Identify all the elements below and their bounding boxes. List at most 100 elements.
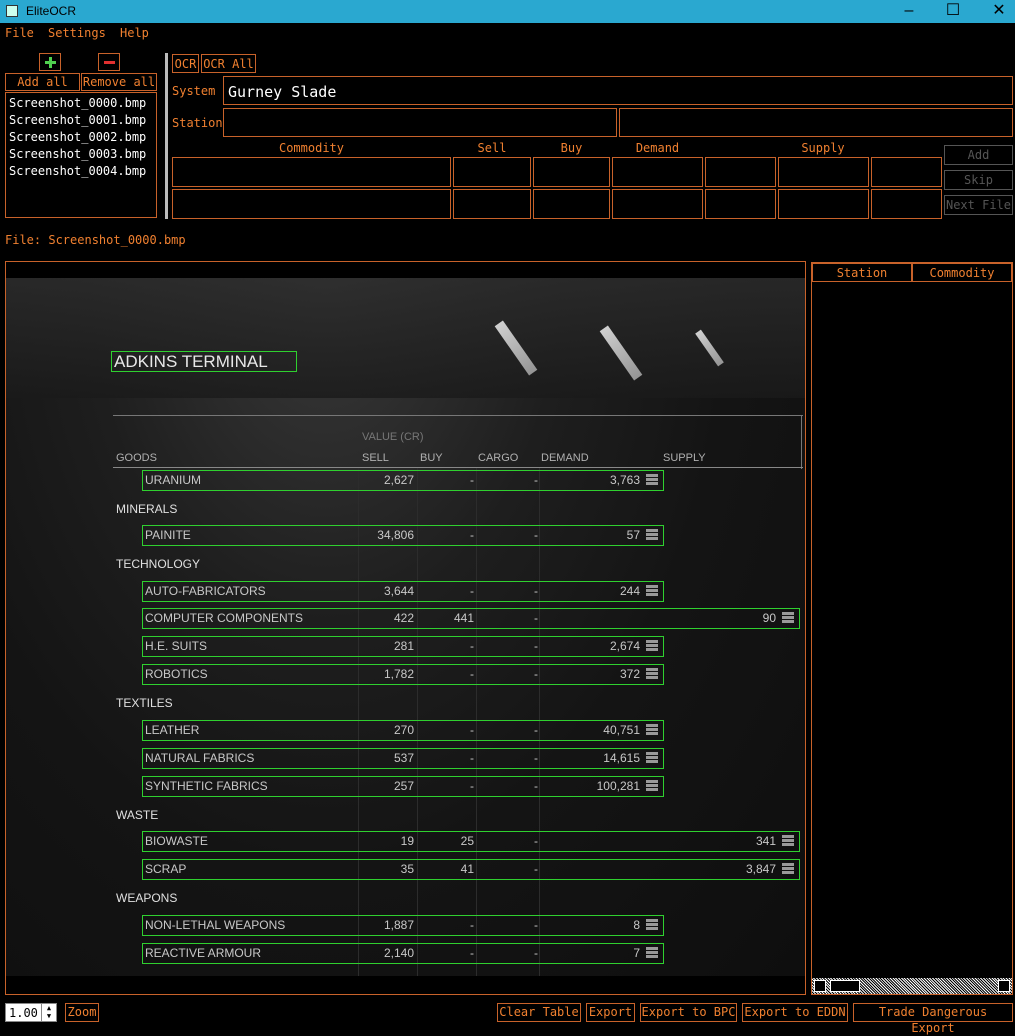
commodity-name: REACTIVE ARMOUR [145, 946, 262, 960]
scroll-right-arrow[interactable] [998, 980, 1010, 992]
skip-button[interactable]: Skip [944, 170, 1013, 190]
export-button[interactable]: Export [586, 1003, 635, 1022]
maximize-button[interactable]: ☐ [930, 0, 976, 23]
add-file-icon-button[interactable] [39, 53, 61, 71]
level-bars-icon [646, 529, 658, 541]
system-label: System [172, 84, 216, 98]
file-list[interactable]: Screenshot_0000.bmp Screenshot_0001.bmp … [5, 92, 157, 218]
file-list-item[interactable]: Screenshot_0003.bmp [6, 146, 156, 163]
demand-preview [612, 189, 703, 219]
remove-all-button[interactable]: Remove all [81, 73, 157, 91]
buy-value: - [470, 639, 474, 653]
sell-value: 257 [393, 779, 414, 793]
station-input[interactable] [223, 108, 617, 137]
station-column-header[interactable]: Station [812, 263, 912, 282]
demand-value: 40,751 [603, 723, 640, 737]
export-bpc-button[interactable]: Export to BPC [640, 1003, 737, 1022]
horizontal-scrollbar[interactable] [812, 978, 1012, 994]
cargo-value: - [534, 667, 538, 681]
ocr-all-button[interactable]: OCR All [201, 54, 256, 73]
sell-column-header: SELL [362, 452, 389, 464]
commodity-name: BIOWASTE [145, 834, 208, 848]
current-file-label: File: Screenshot_0000.bmp [5, 233, 186, 247]
sell-value: 422 [393, 611, 414, 625]
demand-value: 57 [626, 528, 640, 542]
remove-file-icon-button[interactable] [98, 53, 120, 71]
cargo-value: - [534, 946, 538, 960]
cargo-value: - [534, 779, 538, 793]
sell-value: 2,627 [383, 473, 414, 487]
close-button[interactable]: ✕ [976, 0, 1015, 23]
system-input[interactable]: Gurney Slade [223, 76, 1013, 105]
sell-value: 3,644 [383, 584, 414, 598]
demand-value: 7 [633, 946, 640, 960]
demand-column-header: DEMAND [541, 452, 589, 464]
sell-input[interactable] [453, 157, 531, 187]
demand-input[interactable] [612, 157, 703, 187]
sell-value: 2,140 [383, 946, 414, 960]
panel-splitter[interactable] [165, 53, 168, 219]
commodity-input[interactable] [172, 157, 451, 187]
sell-value: 537 [393, 751, 414, 765]
app-icon [6, 5, 18, 17]
window-title: EliteOCR [26, 4, 77, 18]
file-list-item[interactable]: Screenshot_0004.bmp [6, 163, 156, 180]
supply-value: 90 [762, 611, 776, 625]
zoom-spinbox[interactable]: 1.00 ▲ ▼ [5, 1003, 57, 1022]
cargo-value: - [534, 528, 538, 542]
clear-table-button[interactable]: Clear Table [497, 1003, 581, 1022]
supply-input[interactable] [778, 157, 869, 187]
station-secondary-field[interactable] [619, 108, 1013, 137]
cargo-value: - [534, 639, 538, 653]
sell-value: 281 [393, 639, 414, 653]
commodity-preview [172, 189, 451, 219]
trade-dangerous-export-button[interactable]: Trade Dangerous Export [853, 1003, 1013, 1035]
level-bars-icon [782, 612, 794, 624]
value-label: VALUE (CR) [362, 431, 424, 443]
category-label: TECHNOLOGY [116, 557, 201, 571]
buy-value: 441 [453, 611, 474, 625]
demand-value: 244 [619, 584, 640, 598]
scroll-left-arrow[interactable] [814, 980, 826, 992]
file-list-item[interactable]: Screenshot_0002.bmp [6, 129, 156, 146]
commodity-name: H.E. SUITS [145, 639, 208, 653]
file-list-item[interactable]: Screenshot_0000.bmp [6, 95, 156, 112]
buy-value: - [470, 723, 474, 737]
ocr-button[interactable]: OCR [172, 54, 199, 73]
commodity-name: URANIUM [145, 473, 201, 487]
buy-input[interactable] [533, 157, 610, 187]
supply-level-input[interactable] [871, 157, 942, 187]
level-bars-icon [646, 752, 658, 764]
cargo-value: - [534, 584, 538, 598]
results-table[interactable] [811, 262, 1013, 995]
supply-column-header: SUPPLY [663, 452, 706, 464]
buy-preview [533, 189, 610, 219]
file-list-item[interactable]: Screenshot_0001.bmp [6, 112, 156, 129]
zoom-button[interactable]: Zoom [65, 1003, 99, 1022]
add-button[interactable]: Add [944, 145, 1013, 165]
sell-value: 35 [400, 862, 414, 876]
menu-help[interactable]: Help [120, 26, 149, 40]
goods-column-header: GOODS [116, 452, 157, 464]
demand-level-input[interactable] [705, 157, 776, 187]
buy-value: 41 [460, 862, 474, 876]
commodity-name: AUTO-FABRICATORS [145, 584, 266, 598]
menu-settings[interactable]: Settings [48, 26, 106, 40]
add-all-button[interactable]: Add all [5, 73, 80, 91]
minimize-button[interactable]: – [886, 0, 932, 23]
export-eddn-button[interactable]: Export to EDDN [742, 1003, 848, 1022]
demand-value: 100,281 [596, 779, 640, 793]
sell-preview [453, 189, 531, 219]
commodity-name: SCRAP [145, 862, 187, 876]
spinner-arrows-icon[interactable]: ▲ ▼ [41, 1004, 56, 1021]
level-bars-icon [646, 668, 658, 680]
next-file-button[interactable]: Next File [944, 195, 1013, 215]
zoom-value: 1.00 [9, 1006, 38, 1020]
menu-file[interactable]: File [5, 26, 34, 40]
cargo-value: - [534, 834, 538, 848]
supply-value: 3,847 [745, 862, 776, 876]
buy-header: Buy [560, 141, 583, 155]
commodity-column-header[interactable]: Commodity [912, 263, 1012, 282]
level-bars-icon [646, 474, 658, 486]
scroll-thumb[interactable] [830, 980, 860, 992]
